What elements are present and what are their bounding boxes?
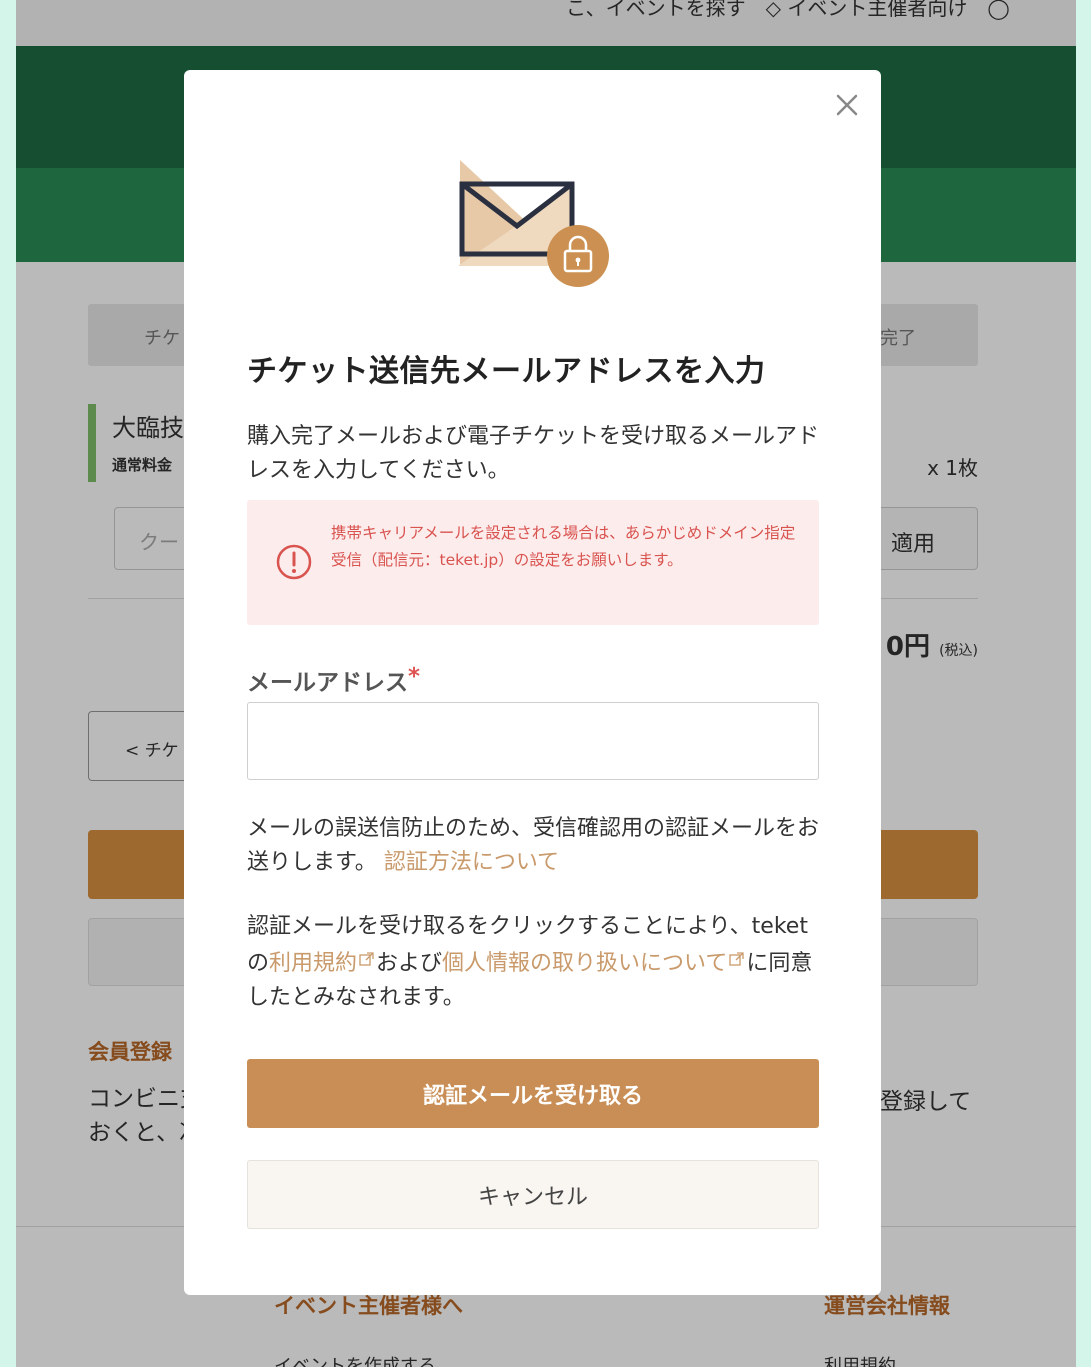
external-link-icon <box>359 944 374 966</box>
external-link-icon <box>729 944 745 966</box>
consent-note: 認証メールを受け取るをクリックすることにより、teketの利用規約 および個人情報… <box>247 910 822 1015</box>
modal-title: チケット送信先メールアドレスを入力 <box>247 354 766 389</box>
required-mark: * <box>408 664 421 690</box>
verification-method-link[interactable]: 認証方法について <box>384 850 559 875</box>
alert-text: 携帯キャリアメールを設定される場合は、あらかじめドメイン指定受信（配信元：tek… <box>331 524 796 569</box>
email-entry-modal: チケット送信先メールアドレスを入力 購入完了メールおよび電子チケットを受け取るメ… <box>184 70 881 1295</box>
close-icon[interactable] <box>832 90 862 120</box>
terms-link[interactable]: 利用規約 <box>269 951 357 976</box>
email-field[interactable] <box>247 702 819 780</box>
email-label-text: メールアドレス <box>247 670 408 696</box>
privacy-policy-link[interactable]: 個人情報の取り扱いについて <box>442 951 727 976</box>
consent-and: および <box>376 951 443 976</box>
email-field-label: メールアドレス* <box>247 663 420 697</box>
cancel-button[interactable]: キャンセル <box>247 1160 819 1229</box>
modal-description: 購入完了メールおよび電子チケットを受け取るメールアドレスを入力してください。 <box>247 424 820 483</box>
verification-note: メールの誤送信防止のため、受信確認用の認証メールをお送りします。 認証方法につい… <box>247 812 822 880</box>
receive-verification-email-button[interactable]: 認証メールを受け取る <box>247 1059 819 1128</box>
carrier-mail-alert: 携帯キャリアメールを設定される場合は、あらかじめドメイン指定受信（配信元：tek… <box>247 500 819 625</box>
envelope-lock-icon <box>454 156 614 292</box>
exclamation-circle-icon <box>274 542 314 582</box>
